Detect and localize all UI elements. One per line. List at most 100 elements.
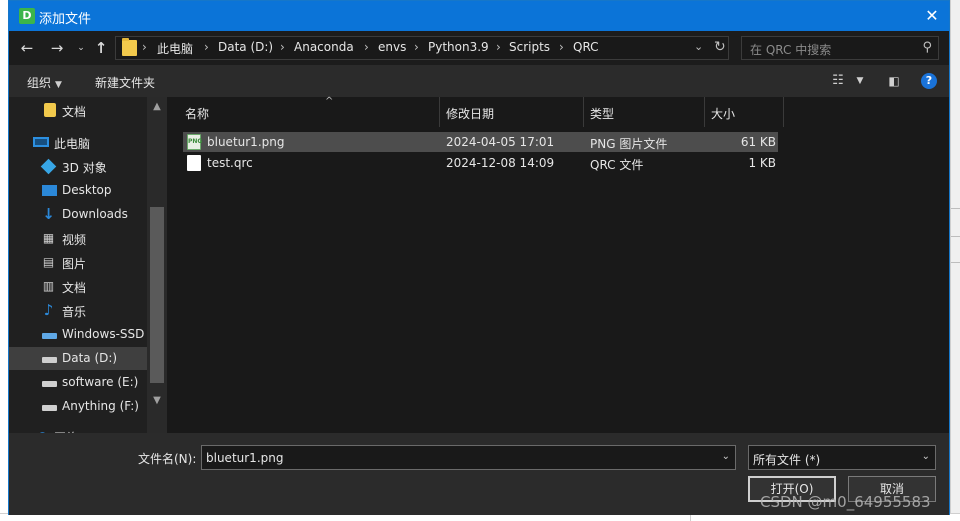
file-modified: 2024-12-08 14:09 (446, 156, 555, 170)
organize-button[interactable]: 组织 ▼ (27, 74, 62, 91)
column-header-name[interactable]: 名称 ^ (185, 96, 333, 127)
sidebar-item-network[interactable]: ◉ 网络 (9, 425, 147, 433)
sidebar-item-label: Desktop (62, 183, 112, 197)
filename-value: bluetur1.png (206, 451, 284, 465)
file-icon (187, 155, 201, 171)
sort-ascending-icon: ^ (325, 96, 334, 107)
sidebar-item-software-drive[interactable]: software (E:) (9, 371, 147, 394)
column-divider[interactable] (783, 97, 784, 127)
drive-icon (42, 381, 57, 387)
title-bar: D 添加文件 ✕ (9, 1, 949, 31)
file-size: 1 KB (748, 156, 776, 170)
help-icon[interactable]: ? (921, 73, 937, 89)
breadcrumb-python39[interactable]: Python3.9 (428, 40, 489, 54)
sidebar-item-label: Anything (F:) (62, 399, 139, 413)
preview-pane-icon[interactable]: ◧ (885, 73, 903, 89)
file-modified: 2024-04-05 17:01 (446, 135, 555, 149)
sidebar-item-label: 3D 对象 (62, 161, 107, 175)
column-header-type[interactable]: 类型 (590, 97, 614, 127)
file-type: QRC 文件 (590, 158, 644, 172)
chevron-down-icon[interactable]: ⌄ (922, 451, 930, 462)
sidebar-item-label: 文档 (62, 281, 87, 295)
sidebar-item-documents[interactable]: ▥ 文档 (9, 275, 147, 298)
refresh-icon[interactable]: ↻ (714, 39, 726, 55)
background-divider (951, 236, 960, 237)
video-icon: ▦ (42, 231, 55, 245)
new-folder-button[interactable]: 新建文件夹 (95, 74, 155, 91)
forward-arrow-icon[interactable]: → (47, 38, 67, 58)
address-dropdown-icon[interactable]: ⌄ (694, 40, 703, 53)
sidebar-item-label: 图片 (62, 257, 87, 271)
breadcrumb-anaconda[interactable]: Anaconda (294, 40, 354, 54)
breadcrumb-scripts[interactable]: Scripts (509, 40, 550, 54)
app-icon: D (19, 8, 35, 24)
background-window-edge (950, 0, 960, 521)
scroll-down-icon[interactable]: ▼ (147, 393, 167, 409)
sidebar-item-3d-objects[interactable]: 3D 对象 (9, 155, 147, 178)
desktop-icon (42, 185, 57, 196)
breadcrumb-separator: › (364, 40, 369, 54)
breadcrumb-separator: › (496, 40, 501, 54)
recent-locations-chevron-icon[interactable]: ⌄ (71, 38, 91, 58)
3d-objects-icon (40, 158, 57, 175)
watermark: CSDN @m0_64955583 (760, 493, 931, 511)
sidebar-item-windows-ssd[interactable]: Windows-SSD (9, 323, 147, 346)
pc-icon (33, 137, 49, 147)
up-arrow-icon[interactable]: ↑ (91, 38, 111, 58)
file-name: bluetur1.png (207, 135, 285, 149)
file-row[interactable]: PNG bluetur1.png 2024-04-05 17:01 PNG 图片… (183, 132, 778, 152)
column-divider[interactable] (583, 97, 584, 127)
sidebar-item-label: software (E:) (62, 375, 139, 389)
file-type: PNG 图片文件 (590, 137, 668, 151)
sidebar-item-pictures[interactable]: ▤ 图片 (9, 251, 147, 274)
breadcrumb-this-pc[interactable]: 此电脑 (157, 40, 193, 57)
chevron-down-icon[interactable]: ⌄ (722, 451, 730, 462)
sidebar-scrollbar[interactable]: ▲ ▼ (147, 97, 167, 433)
file-list: 名称 ^ 修改日期 类型 大小 PNG bluetur1.png 2024-04… (167, 96, 949, 433)
breadcrumb-data-drive[interactable]: Data (D:) (218, 40, 273, 54)
filename-input[interactable]: bluetur1.png ⌄ (201, 445, 736, 470)
sidebar-item-label: 文档 (62, 105, 87, 119)
view-dropdown-icon[interactable]: ▼ (851, 73, 869, 89)
close-button[interactable]: ✕ (915, 1, 949, 31)
column-divider[interactable] (439, 97, 440, 127)
sidebar-item-label: 视频 (62, 233, 87, 247)
search-icon[interactable]: ⚲ (922, 40, 932, 55)
sidebar-item-videos[interactable]: ▦ 视频 (9, 227, 147, 250)
file-type-select[interactable]: 所有文件 (*) ⌄ (748, 445, 936, 470)
navigation-pane: 文档 此电脑 3D 对象 Desktop ↓ Downloads ▦ 视频 ▤ … (9, 97, 167, 433)
folder-icon (44, 103, 56, 117)
background-divider (690, 514, 691, 521)
breadcrumb-separator: › (414, 40, 419, 54)
view-options-icon[interactable]: ☷ (829, 73, 847, 89)
column-header-size[interactable]: 大小 (711, 97, 735, 127)
folder-icon (122, 38, 137, 56)
sidebar-item-label: Downloads (62, 207, 128, 221)
sidebar-item-label: Data (D:) (62, 351, 118, 365)
sidebar-item-music[interactable]: ♪ 音乐 (9, 299, 147, 322)
sidebar-item-data-drive[interactable]: Data (D:) (9, 347, 147, 370)
sidebar-item-desktop[interactable]: Desktop (9, 179, 147, 202)
breadcrumb-qrc[interactable]: QRC (573, 40, 599, 54)
search-box[interactable]: 在 QRC 中搜索 ⚲ (741, 36, 939, 60)
drive-icon (42, 405, 57, 411)
address-bar[interactable]: › 此电脑 › Data (D:) › Anaconda › envs › Py… (115, 36, 729, 60)
column-label: 名称 (185, 107, 210, 121)
file-type-value: 所有文件 (*) (753, 453, 821, 467)
filename-label: 文件名(N): (138, 452, 197, 466)
drive-icon (42, 357, 57, 363)
window-title: 添加文件 (39, 12, 92, 27)
column-header-modified[interactable]: 修改日期 (446, 97, 494, 127)
sidebar-item-label: Windows-SSD (62, 327, 145, 341)
scroll-up-icon[interactable]: ▲ (147, 99, 167, 115)
scrollbar-thumb[interactable] (150, 207, 164, 383)
sidebar-item-anything-drive[interactable]: Anything (F:) (9, 395, 147, 418)
back-arrow-icon[interactable]: ← (17, 38, 37, 58)
breadcrumb-envs[interactable]: envs (378, 40, 406, 54)
column-divider[interactable] (704, 97, 705, 127)
sidebar-item-this-pc[interactable]: 此电脑 (9, 131, 147, 154)
file-row[interactable]: test.qrc 2024-12-08 14:09 QRC 文件 1 KB (183, 153, 778, 173)
sidebar-item-downloads[interactable]: ↓ Downloads (9, 203, 147, 226)
sidebar-item-documents-quick[interactable]: 文档 (9, 99, 147, 122)
file-size: 61 KB (740, 135, 776, 149)
